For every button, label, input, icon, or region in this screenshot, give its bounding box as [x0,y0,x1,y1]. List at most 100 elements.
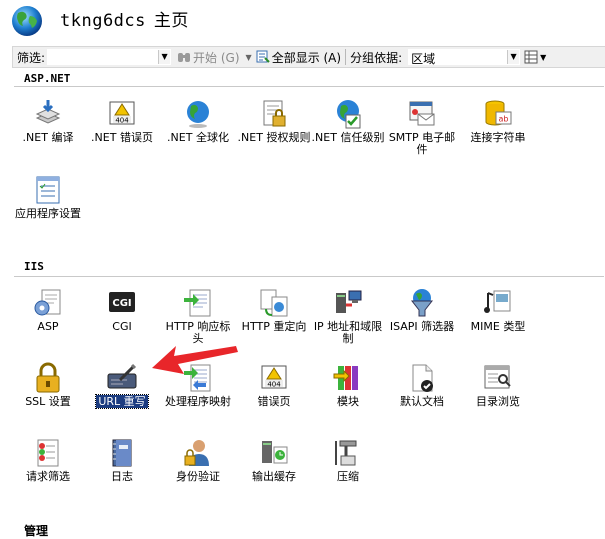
chevron-down-icon[interactable]: ▼ [246,53,252,62]
globe-icon [12,6,42,36]
http-response-headers-icon [184,289,211,317]
modules-icon [333,366,358,390]
feature-smtp-email[interactable]: SMTP 电子邮件 [385,98,459,156]
app-settings-icon [36,176,60,204]
cgi-icon: CGI [109,292,135,312]
http-redirect-icon [260,289,288,317]
feature-label: ASP [37,320,59,333]
feature-label: 错误页 [257,395,291,408]
section-title-iis: IIS [24,260,44,273]
feature-label: .NET 授权规则 [237,131,311,144]
annotation-arrow-icon [152,346,238,374]
net-compilation-icon [35,100,61,124]
feature-error-pages[interactable]: 404 错误页 [237,362,311,408]
feature-net-error-pages[interactable]: 404 .NET 错误页 [85,98,159,144]
net-authorization-icon [263,100,286,127]
isapi-filters-icon [410,289,434,317]
feature-ssl-settings[interactable]: SSL 设置 [11,362,85,408]
feature-output-caching[interactable]: 输出缓存 [237,437,311,483]
ip-domain-restrictions-icon [336,290,362,313]
filter-input[interactable]: ▼ [47,49,172,65]
feature-cgi[interactable]: CGI CGI [85,287,159,333]
show-all-icon [256,50,270,63]
section-title-management: 管理 [24,524,49,538]
feature-label: 默认文档 [400,395,444,408]
feature-label: IP 地址和域限制 [313,320,383,345]
feature-label: .NET 错误页 [91,131,153,144]
net-error-pages-icon: 404 [109,101,135,125]
icon-text-ab: ab [499,115,509,124]
feature-label: 连接字符串 [470,131,526,144]
title-suffix: 主页 [153,11,189,31]
feature-isapi-filters[interactable]: ISAPI 筛选器 [385,287,459,333]
net-trust-levels-icon [337,100,361,129]
section-title-aspnet: ASP.NET [24,72,71,85]
feature-label: CGI [112,320,132,333]
feature-net-globalization[interactable]: .NET 全球化 [161,98,235,144]
start-button[interactable]: 开始 (G) [177,49,240,66]
feature-net-compilation[interactable]: .NET 编译 [11,98,85,144]
chevron-down-icon[interactable]: ▼ [540,53,546,62]
toolbar-separator [345,49,347,65]
feature-label: 请求筛选 [26,470,70,483]
feature-label: SMTP 电子邮件 [388,131,456,156]
authentication-icon [184,440,209,466]
feature-label: 压缩 [337,470,359,483]
feature-label: 目录浏览 [476,395,520,408]
connection-strings-icon: ab [485,100,512,126]
feature-app-settings[interactable]: 应用程序设置 [11,174,85,220]
feature-mime-types[interactable]: MIME 类型 [461,287,535,333]
show-all-label: 全部显示 (A) [271,50,342,65]
feature-label: ISAPI 筛选器 [389,320,455,333]
feature-authentication[interactable]: 身份验证 [161,437,235,483]
feature-label: 模块 [337,395,359,408]
mime-types-icon [484,290,511,313]
feature-label: HTTP 重定向 [241,320,307,333]
default-document-icon [412,364,433,392]
feature-label: SSL 设置 [25,395,71,408]
chevron-down-icon[interactable]: ▼ [507,50,520,64]
site-name: tkng6dcs [60,11,146,31]
feature-logging[interactable]: 日志 [85,437,159,483]
feature-http-redirect[interactable]: HTTP 重定向 [237,287,311,333]
feature-ip-domain-restrictions[interactable]: IP 地址和域限制 [311,287,385,345]
filter-toolbar: 筛选: ▼ 开始 (G) ▼ 全部显示 (A) 分组依据: 区域 ▼ ▼ [12,46,605,68]
page-header: tkng6dcs 主页 [0,0,605,42]
feature-net-trust-levels[interactable]: .NET 信任级别 [311,98,385,144]
group-by-select[interactable]: 区域 ▼ [408,49,521,66]
feature-modules[interactable]: 模块 [311,362,385,408]
chevron-down-icon[interactable]: ▼ [158,50,171,64]
start-button-label: 开始 (G) [193,50,240,65]
feature-label: MIME 类型 [470,320,526,333]
feature-directory-browsing[interactable]: 目录浏览 [461,362,535,408]
icon-text-404: 404 [267,381,281,389]
ssl-settings-icon [36,362,60,393]
feature-label: 处理程序映射 [165,395,231,408]
section-divider [14,86,604,87]
net-globalization-icon [187,101,209,128]
feature-default-document[interactable]: 默认文档 [385,362,459,408]
binoculars-icon [178,53,191,62]
logging-icon [112,439,132,467]
feature-request-filtering[interactable]: 请求筛选 [11,437,85,483]
show-all-button[interactable]: 全部显示 (A) [256,49,341,66]
feature-compression[interactable]: 压缩 [311,437,385,483]
feature-http-response-headers[interactable]: HTTP 响应标头 [161,287,235,345]
request-filtering-icon [37,439,59,467]
feature-label: 身份验证 [176,470,220,483]
feature-label: .NET 信任级别 [311,131,385,144]
feature-label: .NET 编译 [22,131,74,144]
feature-label: URL 重写 [95,394,149,409]
section-divider [14,276,604,277]
feature-net-authorization[interactable]: .NET 授权规则 [237,98,311,144]
feature-label: .NET 全球化 [167,131,229,144]
feature-connection-strings[interactable]: ab 连接字符串 [461,98,535,144]
feature-label: 输出缓存 [252,470,296,483]
group-by-value: 区域 [411,52,436,66]
view-button[interactable]: ▼ [524,50,546,64]
view-grid-icon [524,50,538,64]
icon-text-cgi: CGI [112,298,131,309]
feature-label: 应用程序设置 [15,207,81,220]
feature-asp[interactable]: ASP [11,287,85,333]
feature-url-rewrite[interactable]: URL 重写 [85,362,159,409]
